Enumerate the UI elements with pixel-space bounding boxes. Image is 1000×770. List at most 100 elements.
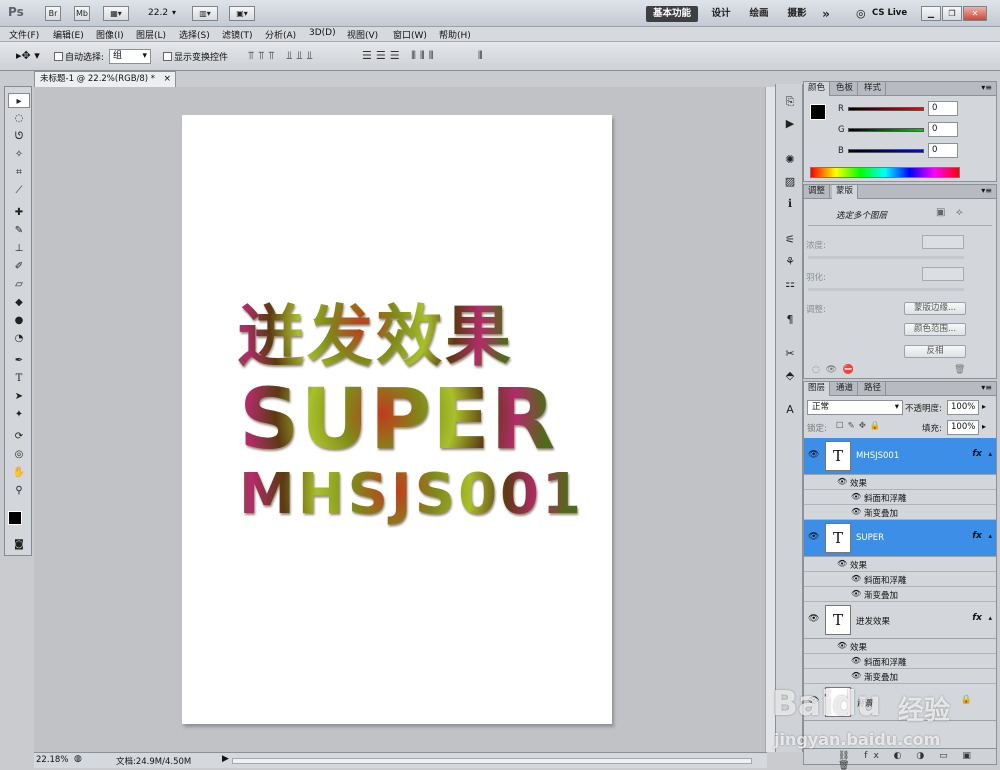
eyedropper-icon[interactable]: ⟋ [8,183,30,198]
mask-footer-icons[interactable]: ◌ 👁 ⛔ [812,365,854,375]
mask-edge-button[interactable]: 蒙版边缘... [904,302,966,315]
eye-icon[interactable]: 👁 [808,532,820,543]
tab-masks[interactable]: 蒙版 [832,185,859,199]
crop-tool-icon[interactable]: ⌗ [8,165,30,180]
menu-help[interactable]: 帮助(H) [439,28,471,41]
effect-gradient[interactable]: 👁 渐变叠加 [804,587,996,602]
foreground-color-swatch[interactable] [8,511,22,525]
3d-orbit-icon[interactable]: ◎ [8,447,30,462]
distribute-buttons[interactable]: ☰☰☰ ⦀⦀⦀ [362,49,438,63]
eye-icon[interactable]: 👁 [837,559,847,568]
opacity-arrow-icon[interactable]: ▸ [982,402,986,411]
document-tab[interactable]: 未标题-1 @ 22.2%(RGB/8) * × [34,71,176,87]
dodge-tool-icon[interactable]: ◔ [8,331,30,346]
color-range-button[interactable]: 颜色范围... [904,323,966,336]
align-buttons[interactable]: ⫪⫪⫪ ⫫⫫⫫ [248,49,317,63]
navigator-icon[interactable]: ✺ [781,152,799,167]
workspace-essentials[interactable]: 基本功能 [646,6,698,22]
brush-tool-icon[interactable]: ✎ [8,223,30,238]
eye-icon[interactable]: 👁 [837,641,847,650]
menu-file[interactable]: 文件(F) [9,28,39,41]
effect-bevel[interactable]: 👁 斜面和浮雕 [804,490,996,505]
green-value[interactable]: 0 [928,122,958,137]
blur-tool-icon[interactable]: ● [8,313,30,328]
histogram-icon[interactable]: ▨ [781,174,799,189]
fill-arrow-icon[interactable]: ▸ [982,422,986,431]
3d-panel-icon[interactable]: ⬘ [781,368,799,383]
eye-icon[interactable]: 👁 [808,614,820,625]
close-icon[interactable]: × [163,72,171,87]
opacity-value[interactable]: 100% [947,400,979,415]
color-spectrum-ramp[interactable] [810,167,960,178]
horizontal-scrollbar[interactable] [232,758,752,764]
screen-mode-button[interactable]: ▣▾ [229,6,255,21]
layer-row-background[interactable]: 👁 背景 🔒 [804,684,996,721]
menu-analysis[interactable]: 分析(A) [265,28,296,41]
delete-icon[interactable]: 🗑 [954,365,965,375]
blend-mode-dropdown[interactable]: 正常 ▾ [807,400,903,415]
menu-view[interactable]: 视图(V) [347,28,378,41]
effect-gradient[interactable]: 👁 渐变叠加 [804,669,996,684]
eye-icon[interactable]: 👁 [808,450,820,461]
menu-select[interactable]: 选择(S) [179,28,210,41]
expand-effects-icon[interactable]: ▴ [988,614,992,622]
eye-icon[interactable]: 👁 [851,507,861,516]
marquee-tool-icon[interactable]: ◌ [8,111,30,126]
invert-button[interactable]: 反相 [904,345,966,358]
tab-color[interactable]: 颜色 [804,82,831,96]
eye-icon[interactable]: 👁 [851,492,861,501]
menu-filter[interactable]: 滤镜(T) [222,28,253,41]
eye-icon[interactable]: 👁 [808,696,820,707]
menu-image[interactable]: 图像(I) [96,28,124,41]
cslive-button[interactable]: CS Live [872,8,907,18]
zoom-select[interactable]: 22.2 [148,8,168,18]
healing-brush-icon[interactable]: ✚ [8,205,30,220]
menu-window[interactable]: 窗口(W) [393,28,427,41]
lasso-tool-icon[interactable]: ᘎ [8,129,30,144]
tab-adjustments[interactable]: 调整 [804,185,831,199]
menu-3d[interactable]: 3D(D) [309,28,336,38]
close-window-button[interactable]: ✕ [963,6,987,21]
arrange-documents-button[interactable]: ▥▾ [192,6,218,21]
pixel-mask-icon[interactable]: ▣ [936,207,945,218]
effect-bevel[interactable]: 👁 斜面和浮雕 [804,654,996,669]
clone-source-icon[interactable]: ⚘ [781,254,799,269]
paragraph-icon[interactable]: ¶ [781,312,799,327]
tab-paths[interactable]: 路径 [860,382,887,396]
red-slider[interactable] [848,107,924,111]
effect-bevel[interactable]: 👁 斜面和浮雕 [804,572,996,587]
paint-bucket-icon[interactable]: ◆ [8,295,30,310]
eye-icon[interactable]: 👁 [851,671,861,680]
expand-effects-icon[interactable]: ▴ [988,532,992,540]
shape-tool-icon[interactable]: ✦ [8,407,30,422]
pen-tool-icon[interactable]: ✒ [8,353,30,368]
auto-select-checkbox[interactable] [54,52,63,61]
green-slider[interactable] [848,128,924,132]
workspace-design[interactable]: 设计 [705,6,737,22]
blue-slider[interactable] [848,149,924,153]
expand-effects-icon[interactable]: ▴ [988,450,992,458]
feather-field[interactable] [922,267,964,281]
lock-icons[interactable]: ☐✎✥🔒 [836,421,884,431]
move-tool-icon[interactable]: ▸ [8,93,30,108]
density-slider[interactable] [808,256,964,259]
layer-row-super[interactable]: 👁 T SUPER fx ▴ [804,520,996,557]
auto-align-icon[interactable]: ⫴ [478,49,483,63]
character-icon[interactable]: A [781,402,799,417]
zoom-tool-icon[interactable]: ⚲ [8,483,30,498]
bridge-button[interactable]: Br [45,6,61,21]
mini-bridge-button[interactable]: Mb [74,6,90,21]
layer-row-mhsjs001[interactable]: 👁 T MHSJS001 fx ▴ [804,438,996,475]
view-extras-button[interactable]: ▦▾ [103,6,129,21]
blue-value[interactable]: 0 [928,143,958,158]
workspace-photography[interactable]: 摄影 [781,6,813,22]
eraser-tool-icon[interactable]: ▱ [8,277,30,292]
tab-layers[interactable]: 图层 [804,382,831,396]
auto-select-dropdown[interactable]: 组 ▾ [109,49,151,64]
density-field[interactable] [922,235,964,249]
hand-tool-icon[interactable]: ✋ [8,465,30,480]
tab-styles[interactable]: 样式 [860,82,887,96]
fx-badge[interactable]: fx [972,531,982,541]
layer-row-burst[interactable]: 👁 T 迸发效果 fx ▴ [804,602,996,639]
info-icon[interactable]: ℹ [781,196,799,211]
